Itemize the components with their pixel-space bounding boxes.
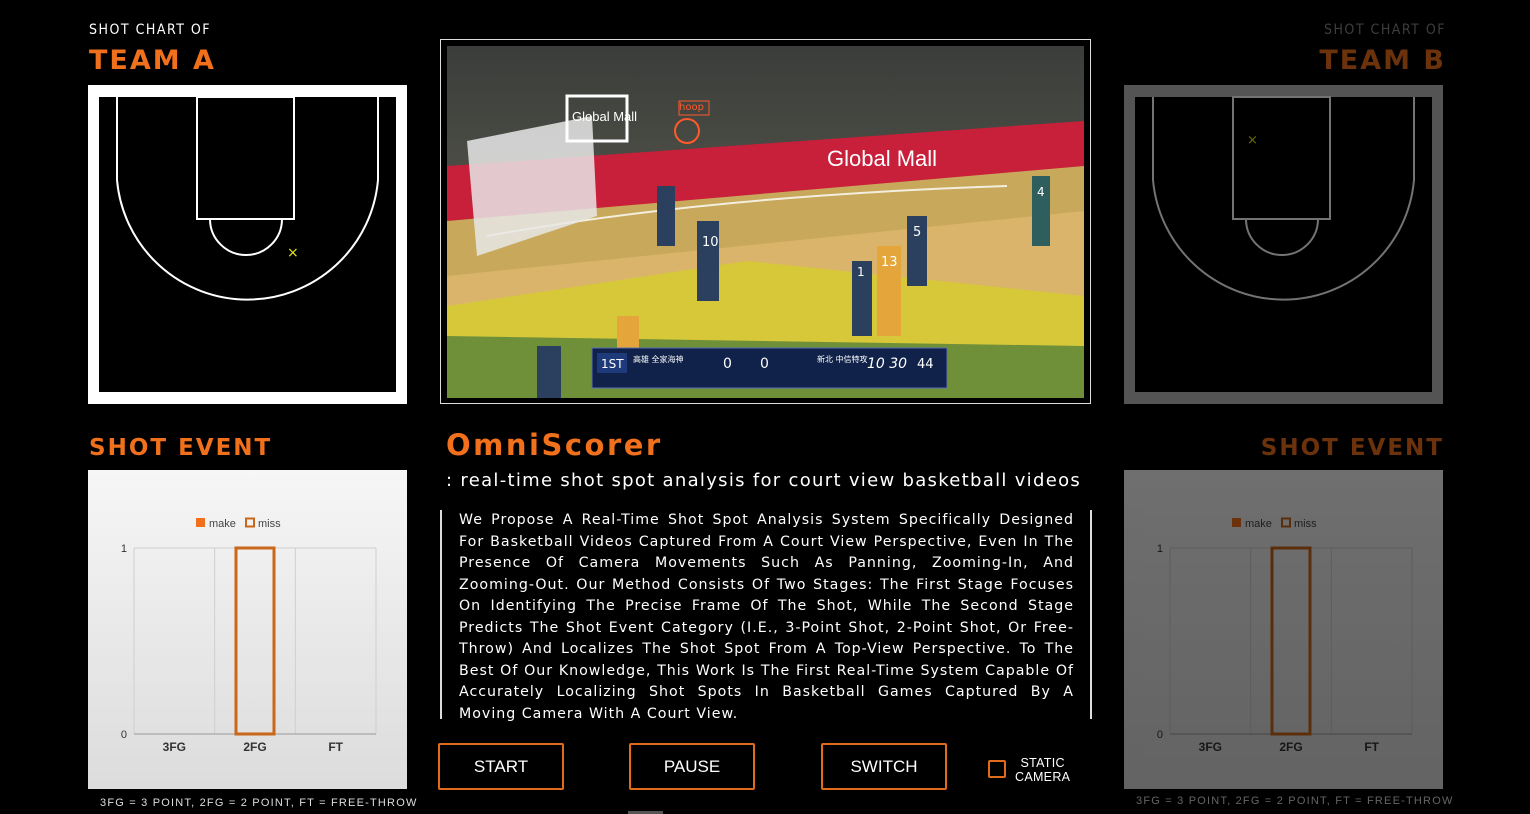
scoreboard-away-team: 新北 中信特攻 bbox=[817, 354, 868, 364]
scoreboard-home-team: 高雄 全家海神 bbox=[633, 354, 684, 364]
scoreboard-shot-clock: 44 bbox=[917, 357, 934, 372]
app-title: OmniScorer bbox=[446, 428, 663, 462]
bar-miss bbox=[234, 546, 276, 736]
legend-miss-label: miss bbox=[1294, 518, 1317, 530]
team-b-shot-marker: × bbox=[1247, 133, 1258, 148]
team-b-subtitle: SHOT CHART OF bbox=[1323, 22, 1446, 38]
description-panel: We Propose A Real-Time Shot Spot Analysi… bbox=[440, 510, 1092, 722]
scoreboard-away-score: 0 bbox=[760, 356, 769, 372]
legend-make-swatch bbox=[1232, 518, 1241, 527]
y-tick-label: 0 bbox=[121, 729, 127, 741]
legend-make-label: make bbox=[209, 518, 236, 530]
legend-miss-swatch bbox=[1281, 517, 1291, 528]
team-b-shot-chart: × bbox=[1124, 85, 1443, 404]
team-a-shot-event-title: SHOT EVENT bbox=[89, 435, 273, 461]
jersey-number: 4 bbox=[1037, 185, 1045, 199]
game-video[interactable]: hoop Global Mall Global Mall 10 13 5 1 4… bbox=[447, 46, 1084, 398]
team-b-bar-chart: make miss 0 1 3FG 2FG FT bbox=[1157, 517, 1413, 754]
team-a-shot-event-chart: make miss 0 1 3FG 2FG FT bbox=[88, 470, 407, 789]
jersey-number: 10 bbox=[702, 235, 719, 250]
bar-miss bbox=[1270, 546, 1312, 736]
y-tick-label: 1 bbox=[1157, 543, 1163, 555]
x-tick-label: 2FG bbox=[243, 740, 266, 754]
legend-make-label: make bbox=[1245, 518, 1272, 530]
team-b-footnote: 3FG = 3 POINT, 2FG = 2 POINT, FT = FREE-… bbox=[1136, 795, 1454, 807]
static-camera-label-line-1: STATIC bbox=[1020, 756, 1065, 770]
legend-miss-swatch bbox=[245, 517, 255, 528]
scoreboard: 1ST 高雄 全家海神 0 0 新北 中信特攻 10 30 44 bbox=[591, 347, 948, 389]
team-b-shot-event-chart: make miss 0 1 3FG 2FG FT bbox=[1124, 470, 1443, 789]
legend-make-swatch bbox=[196, 518, 205, 527]
team-a-bar-chart: make miss 0 1 3FG 2FG FT bbox=[121, 517, 377, 754]
team-a-footnote: 3FG = 3 POINT, 2FG = 2 POINT, FT = FREE-… bbox=[100, 797, 418, 809]
description-text: We Propose A Real-Time Shot Spot Analysi… bbox=[459, 512, 1074, 722]
x-tick-label: 2FG bbox=[1279, 740, 1302, 754]
video-frame: hoop Global Mall Global Mall 10 13 5 1 4… bbox=[440, 39, 1091, 404]
jersey-number: 1 bbox=[857, 265, 865, 279]
switch-button[interactable]: SWITCH bbox=[821, 743, 947, 790]
y-tick-label: 1 bbox=[121, 543, 127, 555]
static-camera-label: STATIC CAMERA bbox=[1015, 756, 1070, 784]
x-tick-label: FT bbox=[328, 740, 343, 754]
team-b-court-diagram: × bbox=[1135, 96, 1432, 392]
jersey-number: 5 bbox=[913, 225, 921, 240]
scoreboard-period: 1ST bbox=[601, 357, 624, 371]
app-tagline: : real-time shot spot analysis for court… bbox=[446, 470, 1082, 491]
team-a-shot-chart: × bbox=[88, 85, 407, 404]
pause-button[interactable]: PAUSE bbox=[629, 743, 755, 790]
legend-miss-label: miss bbox=[258, 518, 281, 530]
static-camera-label-line-2: CAMERA bbox=[1015, 770, 1071, 784]
team-b-shot-event-title: SHOT EVENT bbox=[1260, 435, 1444, 461]
team-a-court-diagram: × bbox=[99, 96, 396, 392]
ad-banner-2: Global Mall bbox=[827, 146, 937, 171]
team-a-shot-marker: × bbox=[287, 245, 299, 261]
y-tick-label: 0 bbox=[1157, 729, 1163, 741]
static-camera-checkbox[interactable] bbox=[988, 760, 1006, 778]
scoreboard-game-clock: 10 30 bbox=[867, 356, 907, 372]
team-a-title: TEAM A bbox=[89, 45, 216, 76]
team-b-title: TEAM B bbox=[1319, 45, 1446, 76]
jersey-number: 13 bbox=[881, 255, 898, 270]
start-button[interactable]: START bbox=[438, 743, 564, 790]
x-tick-label: FT bbox=[1364, 740, 1379, 754]
x-tick-label: 3FG bbox=[163, 740, 186, 754]
hoop-label: hoop bbox=[679, 102, 704, 113]
scoreboard-home-score: 0 bbox=[723, 356, 732, 372]
x-tick-label: 3FG bbox=[1199, 740, 1222, 754]
ad-banner-1: Global Mall bbox=[572, 109, 637, 124]
team-a-subtitle: SHOT CHART OF bbox=[89, 22, 212, 38]
